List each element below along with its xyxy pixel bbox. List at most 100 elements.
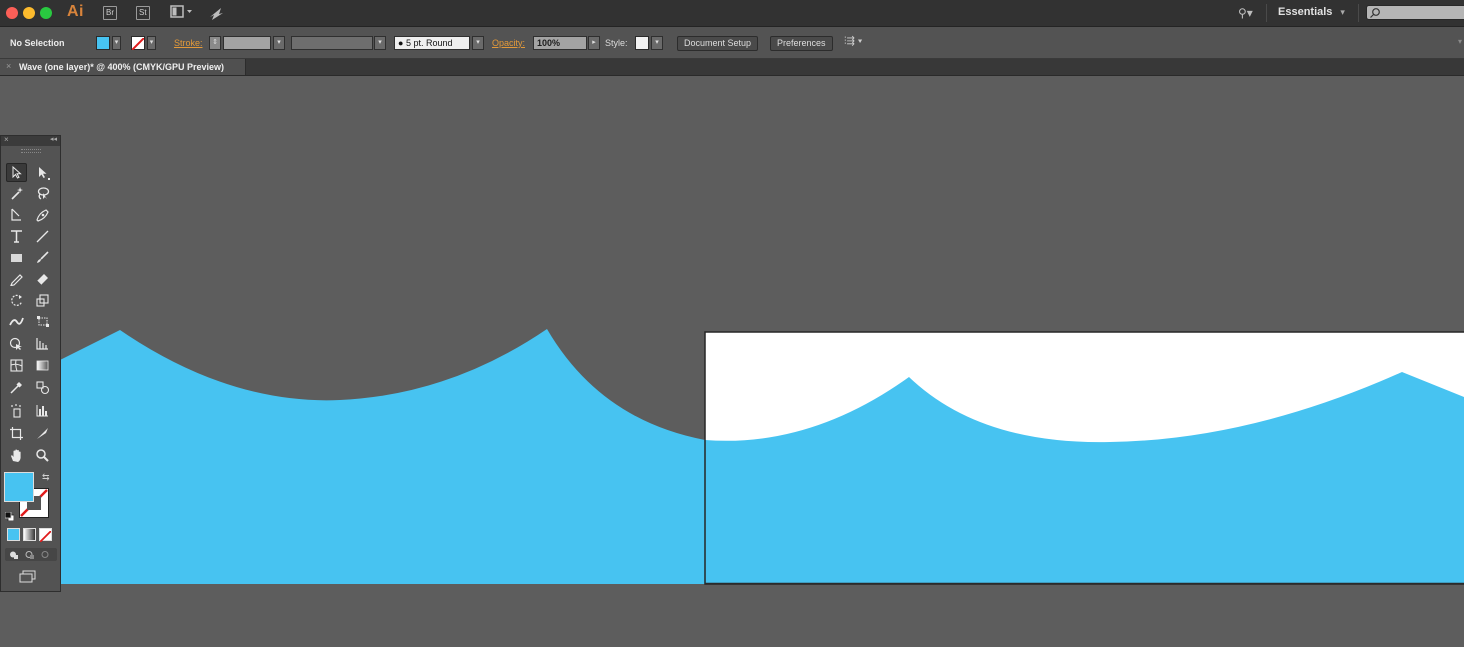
window-zoom-button[interactable]	[40, 7, 52, 19]
search-adobe-stock-icon[interactable]: ⚲▾	[1238, 6, 1253, 20]
brush-definition-field[interactable]: ● 5 pt. Round	[394, 36, 470, 50]
arrange-icon[interactable]: ⫶⇶ ▾	[844, 36, 863, 47]
rotate-icon	[11, 294, 23, 306]
panel-grip[interactable]	[21, 149, 41, 153]
draw-normal-icon[interactable]	[10, 551, 18, 560]
lasso-icon	[37, 187, 50, 200]
slice-knife-icon	[37, 428, 48, 439]
free-transform-icon	[37, 316, 49, 327]
gradient-tool[interactable]	[32, 356, 53, 375]
close-icon[interactable]: ×	[4, 135, 9, 144]
tools-panel-header[interactable]: × ◂◂	[1, 135, 60, 146]
document-setup-button[interactable]: Document Setup	[677, 36, 759, 51]
document-tab-title: Wave (one layer)* @ 400% (CMYK/GPU Previ…	[19, 62, 225, 72]
column-graph-tool[interactable]	[32, 401, 53, 420]
none-icon	[131, 37, 145, 51]
brush-definition-dropdown[interactable]: ▾	[472, 36, 484, 50]
line-segment-tool[interactable]	[32, 227, 53, 246]
arrange-documents-icon	[170, 5, 192, 18]
sync-settings-icon[interactable]	[207, 4, 225, 22]
free-transform-tool[interactable]	[32, 312, 53, 331]
perspective-grid-tool[interactable]	[32, 334, 53, 353]
symbol-sprayer-tool[interactable]	[6, 401, 27, 420]
zoom-icon	[36, 449, 49, 462]
opacity-slider-button[interactable]: ▸	[588, 36, 600, 50]
stroke-dropdown[interactable]: ▾	[147, 36, 156, 50]
search-icon	[1370, 8, 1380, 18]
separator	[1358, 4, 1359, 22]
eraser-tool[interactable]	[32, 269, 53, 288]
app-logo: Ai	[67, 3, 84, 20]
scale-tool[interactable]	[32, 291, 53, 310]
column-graph-icon	[36, 405, 48, 417]
window-close-button[interactable]	[6, 7, 18, 19]
separator	[1266, 4, 1267, 22]
document-tab[interactable]: × Wave (one layer)* @ 400% (CMYK/GPU Pre…	[0, 59, 246, 75]
width-tool[interactable]	[6, 312, 27, 331]
window-minimize-button[interactable]	[23, 7, 35, 19]
rotate-tool[interactable]	[6, 291, 27, 310]
eraser-icon	[36, 274, 48, 286]
opacity-label[interactable]: Opacity:	[492, 38, 525, 48]
artwork	[60, 329, 1464, 585]
stroke-weight-stepper[interactable]: ⇕	[209, 36, 221, 50]
workspace-switcher[interactable]: Essentials ▾	[1278, 6, 1345, 18]
stock-button[interactable]: St	[136, 6, 150, 20]
eyedropper-tool[interactable]	[6, 378, 27, 397]
hand-icon	[11, 449, 21, 462]
selection-status: No Selection	[10, 38, 65, 48]
rectangle-tool[interactable]	[6, 248, 27, 267]
fill-swatch[interactable]	[96, 36, 110, 50]
control-panel: No Selection ▾ ▾ Stroke: ⇕ ▾ ▾ ● 5 pt. R…	[0, 27, 1464, 59]
draw-inside-icon[interactable]	[41, 551, 49, 558]
lasso-tool[interactable]	[32, 184, 53, 203]
arrange-documents-button[interactable]	[170, 5, 194, 19]
graphic-style-dropdown[interactable]: ▾	[651, 36, 663, 50]
zoom-tool[interactable]	[32, 446, 53, 465]
mesh-icon	[10, 359, 23, 372]
magic-wand-tool[interactable]	[6, 184, 27, 203]
close-icon[interactable]: ×	[6, 61, 11, 71]
pencil-tool[interactable]	[6, 269, 27, 288]
preferences-button[interactable]: Preferences	[770, 36, 833, 51]
stroke-label[interactable]: Stroke:	[174, 38, 203, 48]
collapse-panel-icon[interactable]: ◂◂	[50, 135, 57, 143]
document-canvas[interactable]	[0, 76, 1464, 642]
variable-width-dropdown[interactable]: ▾	[374, 36, 386, 50]
drawing-modes	[5, 548, 57, 561]
document-tab-bar: × Wave (one layer)* @ 400% (CMYK/GPU Pre…	[0, 59, 1464, 76]
pen-tool[interactable]	[6, 205, 27, 224]
shape-builder-tool[interactable]	[6, 334, 27, 353]
draw-behind-icon[interactable]	[25, 551, 34, 560]
mesh-tool[interactable]	[6, 356, 27, 375]
direct-selection-tool[interactable]	[32, 163, 53, 182]
selection-tool[interactable]	[6, 163, 27, 182]
none-mode-button[interactable]	[39, 528, 52, 543]
paintbrush-tool[interactable]	[32, 248, 53, 267]
default-fill-stroke-icon[interactable]	[4, 508, 15, 522]
gradient-mode-button[interactable]	[23, 528, 36, 541]
hand-tool[interactable]	[6, 446, 27, 465]
variable-width-profile[interactable]	[291, 36, 373, 50]
change-screen-mode-button[interactable]	[18, 570, 38, 584]
stroke-weight-dropdown[interactable]: ▾	[273, 36, 285, 50]
fill-color-box[interactable]	[4, 472, 34, 502]
panel-menu-icon[interactable]: ▾	[1458, 37, 1462, 46]
type-tool[interactable]	[6, 227, 27, 246]
swap-fill-stroke-icon[interactable]: ⇆	[42, 472, 50, 483]
stroke-swatch[interactable]	[131, 36, 145, 51]
fill-dropdown[interactable]: ▾	[112, 36, 121, 50]
eyedropper-icon	[10, 382, 22, 394]
bridge-button[interactable]: Br	[103, 6, 117, 20]
curvature-tool[interactable]	[32, 205, 53, 224]
stroke-weight-field[interactable]	[223, 36, 271, 50]
slice-tool[interactable]	[32, 424, 53, 443]
color-mode-button[interactable]	[7, 528, 20, 541]
blend-tool[interactable]	[32, 378, 53, 397]
opacity-field[interactable]: 100%	[533, 36, 587, 50]
graphic-style-swatch[interactable]	[635, 36, 649, 50]
application-bar: Ai Br St ⚲▾ Essentials ▾	[0, 0, 1464, 27]
paintbrush-icon	[37, 251, 49, 263]
artboard-tool[interactable]	[6, 424, 27, 443]
type-icon	[11, 230, 22, 243]
